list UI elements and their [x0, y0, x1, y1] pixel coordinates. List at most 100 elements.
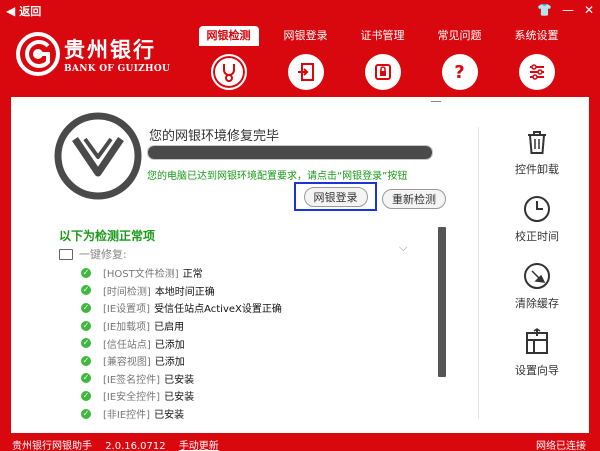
- check-item-value: 本地时间正确: [154, 286, 215, 298]
- wizard-icon: [526, 328, 548, 354]
- status-title: 您的网银环境修复完毕: [149, 129, 280, 144]
- check-icon: ✓: [81, 285, 91, 296]
- check-item-key: [非IE控件]: [103, 410, 151, 422]
- bank-emblem-icon: [16, 32, 60, 76]
- check-item: ✓ [HOST文件检测] 正常: [81, 264, 439, 282]
- check-item-key: [信任站点]: [103, 339, 151, 351]
- check-item-key: [IE设置项]: [103, 304, 151, 316]
- check-item: ✓ [时间检测] 本地时间正确: [81, 282, 439, 300]
- tab-label: 网银检测: [198, 26, 259, 46]
- scrollbar[interactable]: [438, 227, 446, 377]
- back-arrow-icon: ◀: [6, 4, 16, 18]
- tab-label: 系统设置: [514, 29, 559, 42]
- tab-online-login[interactable]: 网银登录: [267, 26, 344, 94]
- window-controls: 👕 — ✕: [537, 2, 594, 18]
- check-item-key: [时间检测]: [103, 286, 151, 298]
- check-results: 以下为检测正常项 一键修复: ⌵ ✓ [HOST文件检测] 正常 ✓ [时间检测] 本地时…: [59, 227, 439, 427]
- status-bar: 贵州银行网银助手 2.0.16.0712 手动更新 网络已连接: [0, 436, 600, 451]
- minimize-icon[interactable]: —: [562, 2, 574, 18]
- check-item-list: ✓ [HOST文件检测] 正常 ✓ [时间检测] 本地时间正确 ✓ [IE设置项] 受信任站点A…: [59, 264, 439, 422]
- manual-update-link[interactable]: 手动更新: [179, 441, 219, 451]
- app-version: 2.0.16.0712: [105, 441, 166, 451]
- check-item-value: 已启用: [154, 322, 185, 334]
- check-icon: ✓: [81, 355, 91, 366]
- check-item-key: [IE安全控件]: [103, 392, 161, 404]
- tab-label: 网银登录: [283, 29, 328, 42]
- check-item-value: 已安装: [164, 374, 195, 386]
- check-item-value: 受信任站点ActiveX设置正确: [154, 304, 282, 316]
- redetect-button[interactable]: 重新检测: [382, 189, 446, 209]
- back-label: 返回: [19, 5, 42, 18]
- setup-wizard-button[interactable]: 设置向导: [491, 328, 583, 395]
- content-panel: 您的网银环境修复完毕 您的电脑已达到网银环境配置要求，请点击“网银登录”按钮 网…: [11, 97, 589, 433]
- check-item: ✓ [信任站点] 已添加: [81, 334, 439, 352]
- check-item-key: [IE签名控件]: [103, 374, 161, 386]
- correct-time-button[interactable]: 校正时间: [491, 194, 583, 261]
- tab-label: 常见问题: [437, 29, 482, 42]
- check-item-value: 已添加: [154, 357, 185, 369]
- check-item: ✓ [IE安全控件] 已安装: [81, 387, 439, 405]
- progress-bar: [147, 145, 433, 160]
- uninstall-control-button[interactable]: 控件卸载: [491, 127, 583, 194]
- network-status: 网络已连接: [536, 441, 586, 451]
- check-item-key: [HOST文件检测]: [103, 269, 179, 281]
- check-icon: ✓: [81, 267, 91, 278]
- app-name: 贵州银行网银助手: [12, 441, 92, 451]
- check-item-value: 已添加: [154, 339, 185, 351]
- oneclick-label: 一键修复:: [79, 248, 127, 261]
- bank-logo: 贵州银行 BANK OF GUIZHOU: [16, 30, 186, 78]
- list-heading: 以下为检测正常项: [59, 229, 156, 243]
- check-item-key: [兼容视图]: [103, 357, 151, 369]
- close-icon[interactable]: ✕: [584, 2, 594, 18]
- folder-icon: [59, 248, 73, 260]
- login-button[interactable]: 网银登录: [303, 186, 368, 207]
- tools-sidebar: 控件卸载 校正时间 清除缓存 设置向导: [491, 127, 583, 395]
- bank-name-en: BANK OF GUIZHOU: [64, 64, 171, 74]
- check-icon: ✓: [81, 338, 91, 349]
- settings-icon: [518, 54, 555, 90]
- back-button[interactable]: ◀ 返回: [6, 3, 41, 19]
- tool-label: 设置向导: [515, 364, 559, 377]
- divider: [478, 127, 479, 419]
- check-item-value: 已安装: [164, 392, 195, 404]
- tool-label: 清除缓存: [515, 297, 559, 310]
- check-item: ✓ [IE签名控件] 已安装: [81, 370, 439, 388]
- shirt-icon[interactable]: 👕: [537, 2, 552, 18]
- check-item: ✓ [IE加载项] 已启用: [81, 317, 439, 335]
- clear-cache-button[interactable]: 清除缓存: [491, 261, 583, 328]
- trash-icon: [528, 131, 546, 154]
- check-item: ✓ [非IE控件] 已安装: [81, 405, 439, 423]
- clock-icon: [524, 196, 550, 222]
- oneclick-row[interactable]: 一键修复:: [59, 246, 439, 262]
- check-item: ✓ [兼容视图] 已添加: [81, 352, 439, 370]
- broom-icon: [524, 263, 550, 289]
- login-button-highlight: 网银登录: [294, 182, 377, 211]
- stethoscope-icon: [210, 54, 247, 90]
- bank-name-cn: 贵州银行: [64, 37, 156, 62]
- certificate-icon: [364, 54, 401, 90]
- tab-network-check[interactable]: 网银检测: [190, 26, 267, 94]
- collapse-handle: [431, 101, 441, 102]
- tab-label: 证书管理: [360, 29, 405, 42]
- question-icon: ?: [441, 54, 478, 90]
- check-item-key: [IE加载项]: [103, 322, 151, 334]
- check-item: ✓ [IE设置项] 受信任站点ActiveX设置正确: [81, 299, 439, 317]
- login-icon: [287, 54, 324, 90]
- tool-label: 校正时间: [515, 230, 559, 243]
- check-item-value: 正常: [182, 269, 203, 281]
- tab-certificate-management[interactable]: 证书管理: [344, 26, 421, 94]
- tab-system-settings[interactable]: 系统设置: [498, 26, 575, 94]
- shield-check-icon: [54, 112, 142, 200]
- progress-fill: [148, 146, 432, 159]
- check-icon: ✓: [81, 320, 91, 331]
- check-icon: ✓: [81, 373, 91, 384]
- chevron-down-icon[interactable]: ⌵: [399, 241, 407, 255]
- check-icon: ✓: [81, 302, 91, 313]
- tool-label: 控件卸载: [515, 163, 559, 176]
- check-icon: ✓: [81, 390, 91, 401]
- title-bar: ◀ 返回 👕 — ✕: [0, 0, 600, 22]
- check-item-value: 已安装: [154, 410, 185, 422]
- tab-faq[interactable]: 常见问题 ?: [421, 26, 498, 94]
- status-hint: 您的电脑已达到网银环境配置要求，请点击“网银登录”按钮: [147, 171, 408, 182]
- main-nav: 网银检测 网银登录 证书管理 常见问题 ? 系统设置: [190, 26, 575, 96]
